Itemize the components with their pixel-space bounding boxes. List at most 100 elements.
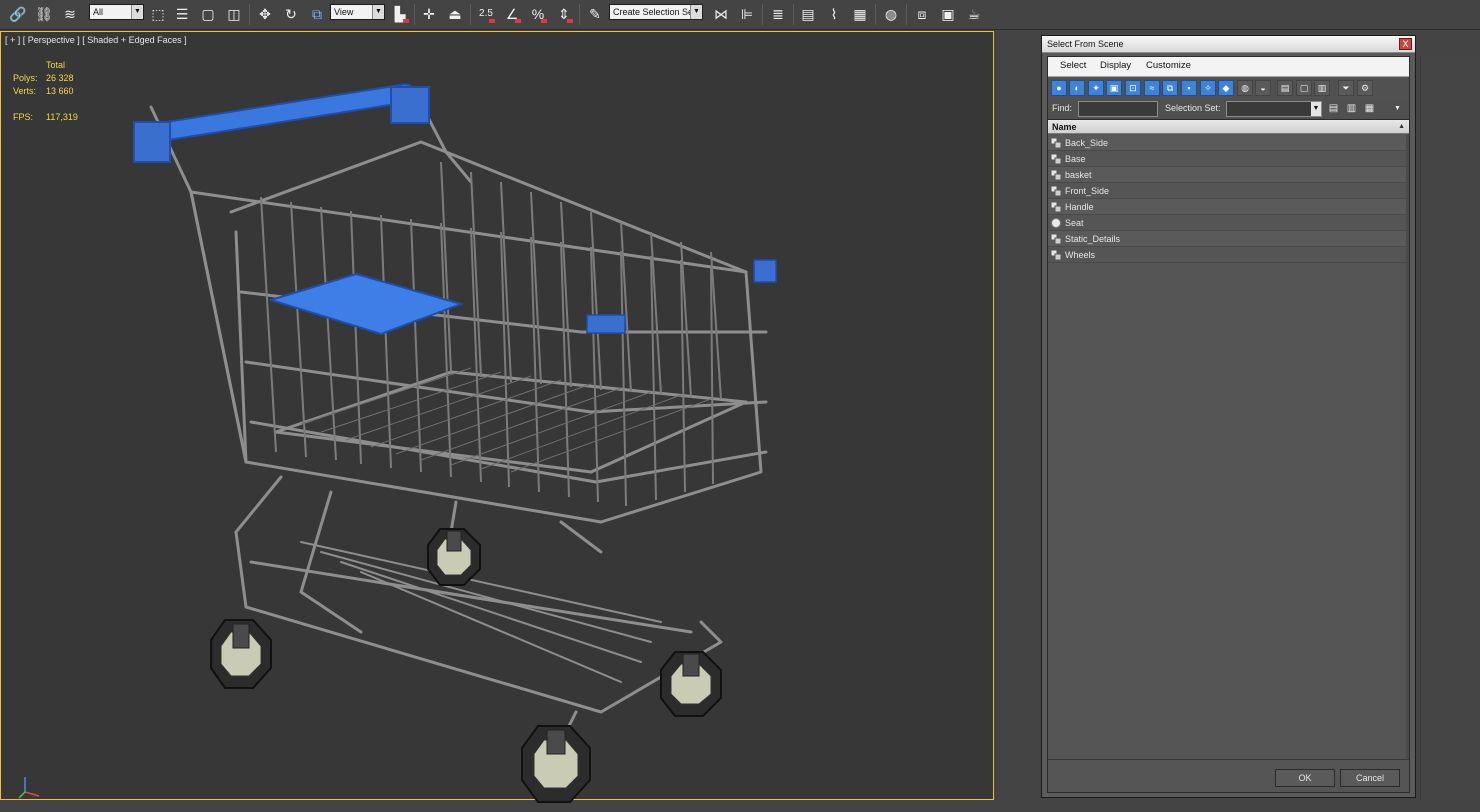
select-by-name-icon[interactable]: ☰ xyxy=(171,3,193,25)
align-icon[interactable]: ⊫ xyxy=(736,3,758,25)
chevron-down-icon[interactable]: ▼ xyxy=(1391,102,1404,116)
toolbar-separator xyxy=(414,4,415,25)
named-selection-dropdown[interactable]: Create Selection Se ▼ xyxy=(609,4,703,20)
list-item[interactable]: Back_Side xyxy=(1048,135,1406,151)
chevron-down-icon: ▼ xyxy=(1311,102,1321,116)
cart-wheels xyxy=(210,528,722,803)
link-icon[interactable]: 🔗 xyxy=(7,3,29,25)
window-crossing-icon[interactable]: ◫ xyxy=(223,3,245,25)
display-cameras-icon[interactable]: ▣ xyxy=(1106,80,1122,96)
ok-button[interactable]: OK xyxy=(1275,769,1335,787)
list-item[interactable]: Front_Side xyxy=(1048,183,1406,199)
chevron-down-icon: ▼ xyxy=(131,5,143,19)
stats-fps-label: FPS: xyxy=(13,112,34,122)
pivot-center-icon[interactable]: ▙ xyxy=(389,3,411,25)
rotate-icon[interactable]: ↻ xyxy=(280,3,302,25)
main-toolbar: 🔗 ⛓ ≋ All ▼ ⬚ ☰ ▢ ◫ ✥ ↻ ⧉ View ▼ ▙ ✛ ⏏ 2… xyxy=(0,0,1480,30)
snap-toggle-icon[interactable]: 2.5 xyxy=(475,3,497,25)
close-icon[interactable]: X xyxy=(1399,38,1412,50)
list-item-label: Wheels xyxy=(1065,250,1096,260)
percent-snap-icon[interactable]: % xyxy=(527,3,549,25)
render-setup-icon[interactable]: ⧈ xyxy=(911,3,933,25)
cart-handle xyxy=(133,83,430,163)
spinner-snap-icon[interactable]: ⇕ xyxy=(553,3,575,25)
chevron-down-icon: ▼ xyxy=(690,5,702,19)
scale-icon[interactable]: ⧉ xyxy=(306,3,328,25)
selection-set-dropdown[interactable]: ▼ xyxy=(1226,101,1322,117)
reference-coord-dropdown[interactable]: View ▼ xyxy=(330,4,385,20)
menu-display[interactable]: Display xyxy=(1100,60,1131,71)
display-groups-icon[interactable]: ⧉ xyxy=(1162,80,1178,96)
list-item[interactable]: Wheels xyxy=(1048,247,1406,263)
move-icon[interactable]: ✥ xyxy=(254,3,276,25)
toolbar-separator xyxy=(470,4,471,25)
stats-verts-label: Verts: xyxy=(13,86,37,96)
filter-icon[interactable]: ⏷ xyxy=(1338,80,1354,96)
display-xrefs-icon[interactable]: ▪ xyxy=(1181,80,1197,96)
keyboard-override-icon[interactable]: ⏏ xyxy=(444,3,466,25)
list-item[interactable]: basket xyxy=(1048,167,1406,183)
list-item[interactable]: Static_Details xyxy=(1048,231,1406,247)
layer-manager-icon[interactable]: ≣ xyxy=(767,3,789,25)
named-selection-value: Create Selection Se xyxy=(613,7,694,17)
dialog-title[interactable]: Select From Scene X xyxy=(1042,36,1415,53)
display-lights-icon[interactable]: ✦ xyxy=(1088,80,1104,96)
edit-named-selection-icon[interactable]: ✎ xyxy=(584,3,606,25)
schematic-view-icon[interactable]: ▦ xyxy=(849,3,871,25)
mirror-icon[interactable]: ⋈ xyxy=(710,3,732,25)
list-item-label: Back_Side xyxy=(1065,138,1109,148)
viewport-label[interactable]: [ + ] [ Perspective ] [ Shaded + Edged F… xyxy=(5,35,187,45)
dialog-footer: OK Cancel xyxy=(1048,759,1409,792)
display-frozen-icon[interactable]: ◍ xyxy=(1237,80,1253,96)
display-geometry-icon[interactable]: ● xyxy=(1051,80,1067,96)
group-icon xyxy=(1051,138,1061,148)
select-manipulate-icon[interactable]: ✛ xyxy=(418,3,440,25)
display-shapes-icon[interactable]: ◐ xyxy=(1069,80,1085,96)
reference-coord-value: View xyxy=(334,7,354,17)
select-object-icon[interactable]: ⬚ xyxy=(147,3,169,25)
add-to-set-icon[interactable]: ▥ xyxy=(1345,102,1358,116)
render-teapot-icon[interactable]: ☕ xyxy=(963,3,985,25)
command-panel-edge xyxy=(1420,55,1480,800)
group-icon xyxy=(1051,234,1061,244)
menu-customize[interactable]: Customize xyxy=(1146,60,1191,71)
display-bones-icon[interactable]: ✧ xyxy=(1200,80,1216,96)
angle-snap-icon[interactable]: ∠ xyxy=(501,3,523,25)
list-item-label: Front_Side xyxy=(1065,186,1110,196)
find-input[interactable] xyxy=(1078,101,1158,117)
display-containers-icon[interactable]: ◆ xyxy=(1218,80,1234,96)
display-all-icon[interactable]: ▤ xyxy=(1277,80,1293,96)
perspective-viewport[interactable]: [ + ] [ Perspective ] [ Shaded + Edged F… xyxy=(0,31,994,803)
filter-settings-icon[interactable]: ⚙ xyxy=(1357,80,1373,96)
selection-filter-dropdown[interactable]: All ▼ xyxy=(89,4,144,20)
sort-arrow-icon: ▲ xyxy=(1398,123,1405,130)
display-spacewarps-icon[interactable]: ≈ xyxy=(1144,80,1160,96)
dialog-title-text: Select From Scene xyxy=(1047,39,1124,49)
display-hidden-icon[interactable]: ◒ xyxy=(1255,80,1271,96)
column-header-name[interactable]: Name ▲ xyxy=(1048,120,1409,134)
list-scrollbar[interactable] xyxy=(1406,135,1409,760)
rect-selection-icon[interactable]: ▢ xyxy=(197,3,219,25)
list-item[interactable]: Base xyxy=(1048,151,1406,167)
menu-select[interactable]: Select xyxy=(1060,60,1086,71)
toolbar-separator xyxy=(906,4,907,25)
bind-spacewarp-icon[interactable]: ≋ xyxy=(59,3,81,25)
scene-explorer-icon[interactable]: ▤ xyxy=(797,3,819,25)
toolbar-separator xyxy=(793,4,794,25)
curve-editor-icon[interactable]: ⌇ xyxy=(823,3,845,25)
stats-fps-value: 117,319 xyxy=(46,112,78,122)
display-none-icon[interactable]: ▢ xyxy=(1296,80,1312,96)
new-selection-set-icon[interactable]: ▤ xyxy=(1327,102,1340,116)
list-item[interactable]: Seat xyxy=(1048,215,1406,231)
cancel-button[interactable]: Cancel xyxy=(1340,769,1400,787)
list-item[interactable]: Handle xyxy=(1048,199,1406,215)
selection-set-label: Selection Set: xyxy=(1165,103,1221,113)
unlink-icon[interactable]: ⛓ xyxy=(33,3,55,25)
material-editor-icon[interactable]: ◍ xyxy=(880,3,902,25)
selection-filter-value: All xyxy=(93,7,104,17)
remove-from-set-icon[interactable]: ▦ xyxy=(1363,102,1376,116)
shopping-cart-model[interactable] xyxy=(101,52,801,812)
rendered-frame-icon[interactable]: ▣ xyxy=(937,3,959,25)
display-helpers-icon[interactable]: ⊡ xyxy=(1125,80,1141,96)
display-invert-icon[interactable]: ▥ xyxy=(1314,80,1330,96)
